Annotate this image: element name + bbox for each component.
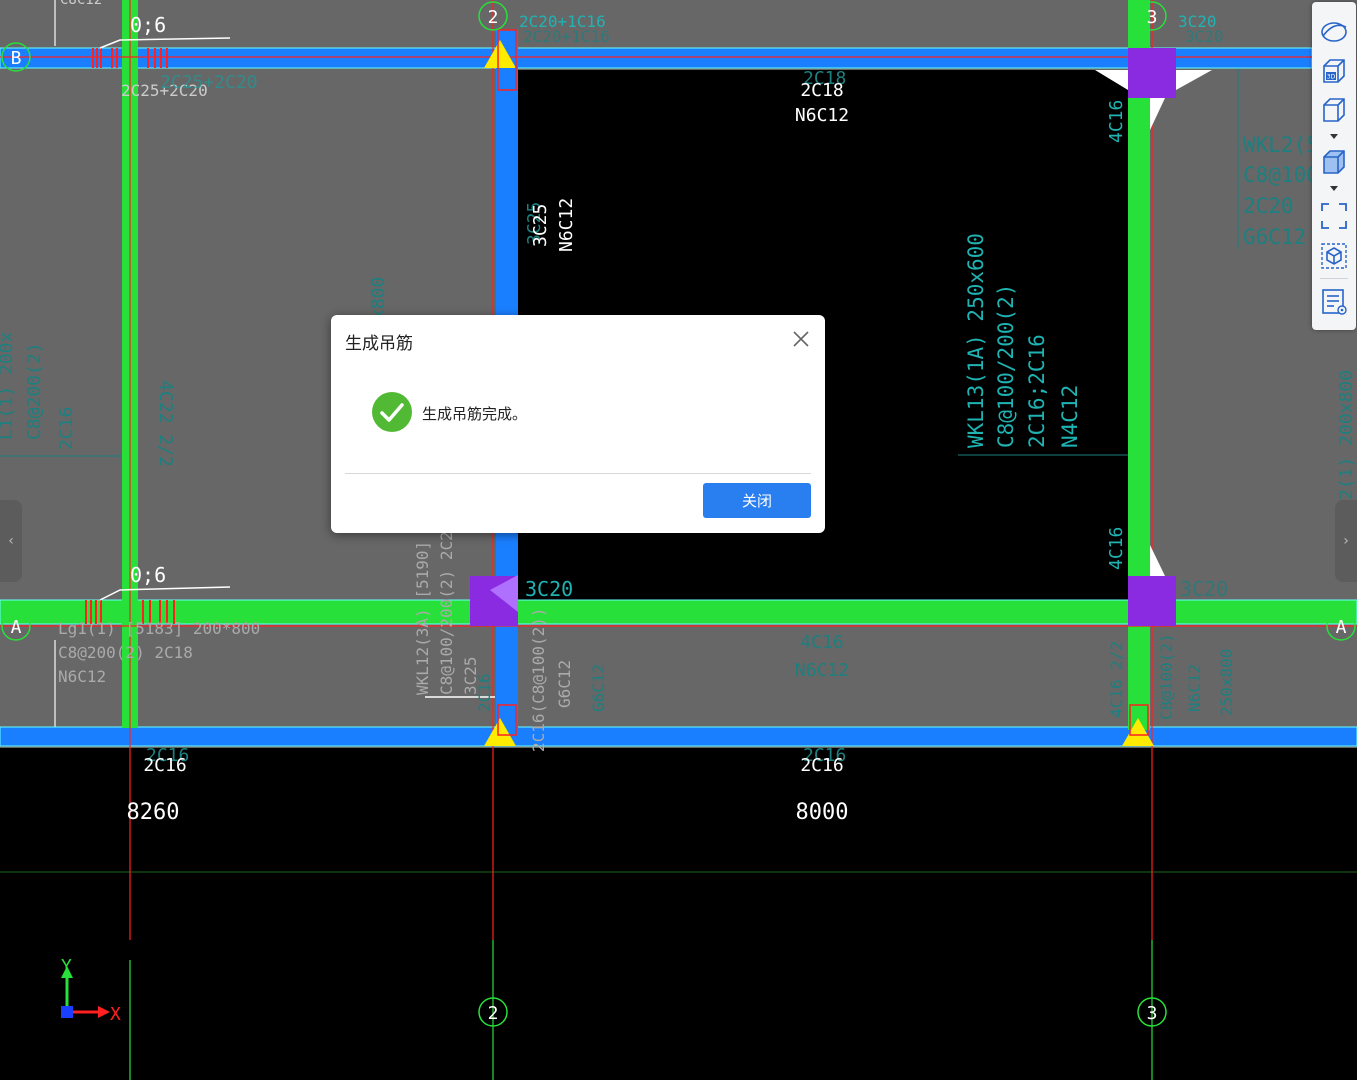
svg-text:3: 3	[1147, 7, 1158, 28]
label-left-vert-ghost-2: C8@200(2)	[24, 342, 45, 440]
label-wkl12-5: G6C12	[555, 660, 574, 708]
3d-view-button[interactable]: 3D	[1318, 55, 1350, 87]
label-col3-bottom-ghost-4: 250x800	[1217, 649, 1236, 716]
fullscreen-icon	[1321, 203, 1347, 229]
label-wkl13-2: C8@100/200(2)	[994, 284, 1018, 448]
chevron-left-icon: ‹	[8, 533, 14, 549]
label-mid-top-2: N6C12	[795, 105, 849, 126]
label-wkl2-1: WKL2(5	[1243, 133, 1319, 157]
label-grid-a-3c20: 3C20	[525, 577, 573, 601]
dialog-message: 生成吊筋完成。	[422, 405, 528, 423]
generate-hanger-bar-dialog: 生成吊筋 生成吊筋完成。 关闭	[331, 315, 825, 533]
column-a3[interactable]	[1128, 576, 1176, 626]
3d-view-icon: 3D	[1323, 59, 1345, 83]
label-top-vert-ghost-800: x800	[368, 277, 389, 320]
cube-solid-dropdown[interactable]	[1329, 184, 1339, 194]
label-wkl12-4: 2C16(C8@100(2))	[529, 608, 548, 753]
label-zero6-bottom: 0;6	[130, 563, 166, 587]
caret-down-icon	[1330, 186, 1338, 191]
label-lg1-2: C8@200(2) 2C18	[58, 643, 193, 662]
caret-down-icon	[1330, 134, 1338, 139]
label-lg1-1: Lg1(1) [5183] 200*800	[58, 619, 260, 638]
cad-canvas[interactable]: B A A 2 3 2 3 8260 8000 0;6 0;6 2C25+2C2…	[0, 0, 1357, 1080]
properties-panel-button[interactable]	[1318, 286, 1350, 318]
label-grid3-top-ghost: 3C20	[1185, 27, 1224, 46]
svg-text:Y: Y	[61, 956, 72, 977]
label-col3-4c16-top: 4C16	[1106, 100, 1127, 143]
label-wkl13-4: N4C12	[1058, 385, 1082, 448]
cube-selection-button[interactable]	[1318, 240, 1350, 272]
column-b3[interactable]	[1128, 48, 1176, 98]
label-col2-bottom-ghost-2: G6C12	[589, 664, 608, 712]
svg-text:X: X	[110, 1004, 121, 1025]
svg-text:A: A	[1336, 617, 1347, 638]
grid-bubble-2-bottom[interactable]: 2	[478, 997, 508, 1027]
svg-text:2: 2	[488, 1003, 499, 1024]
dimension-8000: 8000	[796, 800, 849, 825]
cube-solid-icon	[1323, 150, 1345, 174]
svg-text:2: 2	[488, 7, 499, 28]
collapse-right-panel-button[interactable]: ›	[1335, 500, 1357, 582]
properties-panel-icon	[1322, 289, 1347, 315]
cube-selection-icon	[1321, 243, 1347, 269]
label-col2-bottom-ghost-1: 2C16	[475, 673, 494, 712]
label-bottom-2c16-left: 2C16	[143, 755, 186, 776]
label-beam-b-rebar-ghost: 2C25+2C20	[160, 72, 258, 93]
label-grid-a-3c20-right: 3C20	[1180, 577, 1228, 601]
fullscreen-button[interactable]	[1318, 200, 1350, 232]
label-grid2-top-ghost: 2C20+1C16	[523, 27, 610, 46]
label-col3-bottom-ghost-3: N6C12	[1185, 664, 1204, 712]
cube-outline-dropdown[interactable]	[1329, 132, 1339, 142]
cube-outline-icon	[1323, 98, 1345, 122]
grid-bubble-3-bottom[interactable]: 3	[1137, 997, 1167, 1027]
label-left-vert-ghost-1: 4C22 2/2	[155, 380, 176, 467]
label-mid-bottom-ghost-1: 4C16	[800, 632, 843, 653]
collapse-left-panel-button[interactable]: ‹	[0, 500, 22, 582]
label-vert-n6c12: N6C12	[556, 198, 577, 252]
label-wkl13-3: 2C16;2C16	[1025, 334, 1049, 448]
label-wkl12-1: WKL12(3A) [5190] 2	[413, 522, 432, 695]
dialog-close-button[interactable]	[789, 327, 813, 351]
success-check-icon	[371, 391, 413, 433]
label-top-left-ghost: C8C12	[60, 0, 102, 8]
label-left-vert-ghost-4: L1(1) 200x	[0, 331, 17, 440]
beam-grid-b[interactable]	[0, 47, 1313, 69]
orbit-button[interactable]	[1318, 16, 1350, 48]
label-vert-3c25: 3C25	[530, 204, 551, 247]
close-button[interactable]: 关闭	[703, 483, 811, 518]
label-wkl13-1: WKL13(1A) 250x600	[964, 233, 988, 448]
dialog-divider	[345, 473, 811, 474]
close-icon	[793, 331, 809, 347]
dialog-title: 生成吊筋	[345, 334, 413, 354]
view-toolbar: 3D	[1312, 2, 1356, 330]
cad-workspace[interactable]: B A A 2 3 2 3 8260 8000 0;6 0;6 2C25+2C2…	[0, 0, 1357, 1080]
svg-text:3: 3	[1147, 1003, 1158, 1024]
svg-text:B: B	[11, 48, 22, 69]
label-mid-top-1: 2C18	[800, 80, 843, 101]
dimension-8260: 8260	[127, 800, 180, 825]
label-wkl12-2: C8@100/200(2) 2C2	[437, 531, 456, 695]
label-zero6-top: 0;6	[130, 13, 166, 37]
label-col3-bottom-ghost-1: 4C16 2/2	[1107, 641, 1126, 718]
label-col3-bottom-ghost-2: C8@100(2)	[1157, 633, 1176, 720]
label-wkl2-3: 2C20	[1243, 194, 1294, 218]
svg-text:3D: 3D	[1327, 74, 1336, 81]
cube-outline-button[interactable]	[1318, 94, 1350, 126]
label-mid-bottom-ghost-2: N6C12	[795, 660, 849, 681]
label-right-edge-ghost: 2(1) 200x800	[1336, 370, 1357, 500]
label-lg1-3: N6C12	[58, 667, 106, 686]
chevron-right-icon: ›	[1343, 533, 1349, 549]
label-col3-4c16-mid: 4C16	[1106, 527, 1127, 570]
ucs-axis-icon: Y X	[61, 956, 121, 1025]
cube-solid-button[interactable]	[1318, 146, 1350, 178]
label-left-vert-ghost-3: 2C16	[56, 407, 77, 450]
orbit-icon	[1321, 22, 1347, 42]
beam-bottom[interactable]	[0, 726, 1357, 747]
svg-text:A: A	[11, 617, 22, 638]
label-wkl2-4: G6C12	[1243, 225, 1306, 249]
label-bottom-2c16-mid: 2C16	[800, 755, 843, 776]
